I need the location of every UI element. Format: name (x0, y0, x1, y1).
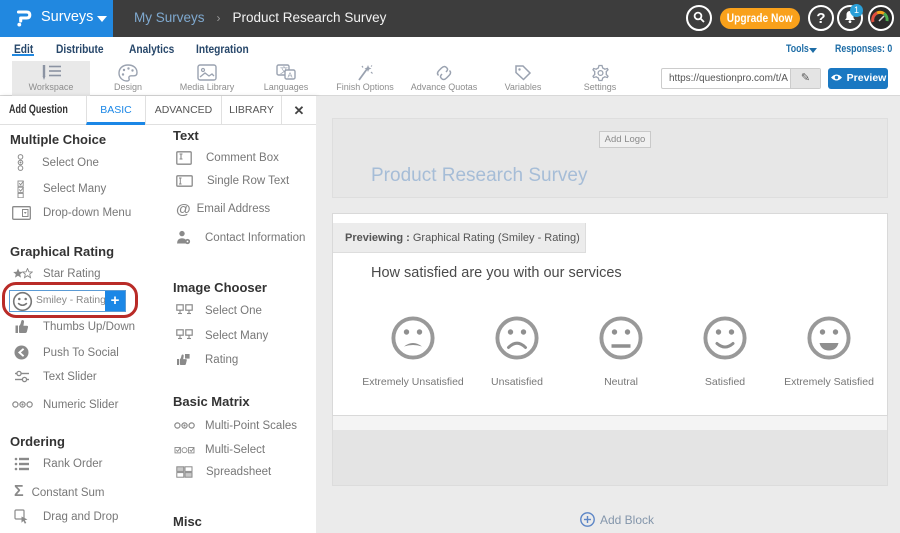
svg-text:A: A (288, 71, 293, 80)
